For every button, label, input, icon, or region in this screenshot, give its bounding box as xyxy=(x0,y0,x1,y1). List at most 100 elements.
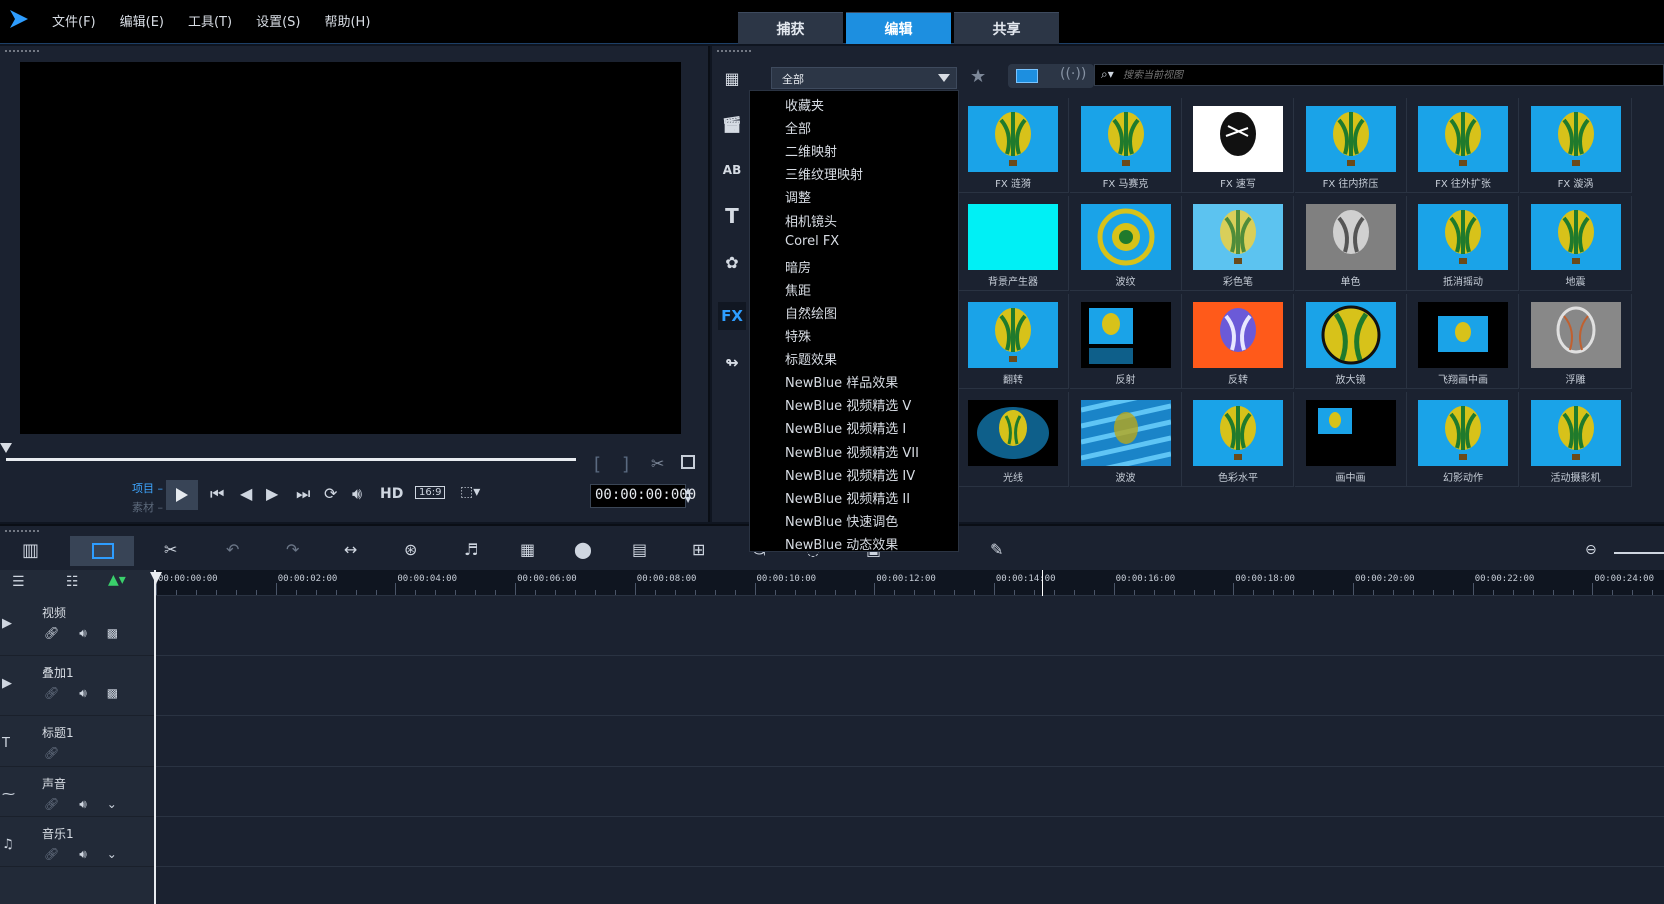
tracks-area[interactable] xyxy=(156,596,1664,904)
go-to-end-icon[interactable]: ⏭ xyxy=(296,484,310,504)
enlarge-preview-icon[interactable] xyxy=(681,455,695,469)
category-option[interactable]: NewBlue 视频精选 V xyxy=(785,395,911,414)
go-to-start-icon[interactable]: ⏮ xyxy=(210,484,224,504)
ripple-link-icon[interactable]: 🔗︎ xyxy=(44,746,59,760)
mark-in-icon[interactable]: [ xyxy=(594,454,601,475)
fx-tile[interactable]: FX 往外扩张 xyxy=(1407,98,1519,193)
fx-tile[interactable]: FX 往内挤压 xyxy=(1294,98,1407,193)
category-option[interactable]: 自然绘图 xyxy=(785,303,837,322)
ripple-link-icon[interactable]: 🔗︎ xyxy=(44,626,59,641)
clip-mode-label[interactable]: 素材 – xyxy=(132,499,163,515)
fx-tile[interactable]: 地震 xyxy=(1519,196,1632,291)
category-option[interactable]: 标题效果 xyxy=(785,349,837,368)
tab-edit[interactable]: 编辑 xyxy=(846,12,951,44)
fx-tile[interactable]: 抵消摇动 xyxy=(1407,196,1519,291)
track-visibility-icon[interactable]: ▩ xyxy=(107,626,118,641)
menu-settings[interactable]: 设置(S) xyxy=(256,11,300,30)
fx-tile[interactable]: FX 速写 xyxy=(1182,98,1294,193)
category-option[interactable]: 三维纹理映射 xyxy=(785,164,863,183)
fx-tile[interactable]: 色彩水平 xyxy=(1182,392,1294,487)
fx-tile[interactable]: 放大镜 xyxy=(1294,294,1407,389)
fx-tile[interactable]: 彩色笔 xyxy=(1182,196,1294,291)
category-option[interactable]: NewBlue 视频精选 I xyxy=(785,418,906,437)
fx-tile[interactable]: 光线 xyxy=(957,392,1069,487)
track-header[interactable]: ⁓ 声音 🔗︎ 🔊︎ ⌄ xyxy=(0,767,154,817)
track-lane[interactable] xyxy=(156,817,1664,867)
chapter-marker-icon[interactable]: ▲▾ xyxy=(108,572,126,588)
ripple-link-icon[interactable]: 🔗︎ xyxy=(44,797,59,812)
fx-tile[interactable]: 反射 xyxy=(1069,294,1182,389)
instant-project-icon[interactable]: 🎬︎ xyxy=(718,110,746,138)
show-video-icon[interactable] xyxy=(1016,69,1038,83)
fx-tile[interactable]: 飞翔画中画 xyxy=(1407,294,1519,389)
mute-icon[interactable]: 🔊︎ xyxy=(79,797,87,812)
graphics-icon[interactable]: ✿ xyxy=(718,248,746,276)
category-option[interactable]: NewBlue 动态效果 xyxy=(785,534,898,553)
redo-icon[interactable]: ↷ xyxy=(286,540,299,559)
track-header[interactable]: ▶︎ 叠加1 🔗︎ 🔊︎ ▩ xyxy=(0,656,154,716)
category-option[interactable]: 二维映射 xyxy=(785,141,837,160)
hd-preview-toggle[interactable]: HD xyxy=(380,486,403,502)
panel-grip[interactable] xyxy=(4,50,40,52)
multi-camera-icon[interactable]: ⊞ xyxy=(692,540,705,559)
menu-help[interactable]: 帮助(H) xyxy=(324,11,370,30)
mark-out-icon[interactable]: ] xyxy=(622,454,629,475)
category-option[interactable]: NewBlue 视频精选 VII xyxy=(785,442,919,461)
add-track-icon[interactable]: ☷ xyxy=(66,574,79,590)
expand-track-icon[interactable]: ⌄ xyxy=(107,797,117,812)
crop-icon[interactable]: ⬚▾ xyxy=(460,484,480,500)
category-option[interactable]: 焦距 xyxy=(785,280,811,299)
track-header[interactable]: ▶︎ 视频 🔗︎ 🔊︎ ▩ xyxy=(0,596,154,656)
search-input[interactable] xyxy=(1123,67,1643,83)
scissors-icon[interactable]: ✂ xyxy=(651,454,664,473)
track-lane[interactable] xyxy=(156,596,1664,656)
fx-tile[interactable]: 活动摄影机 xyxy=(1519,392,1632,487)
category-option[interactable]: Corel FX xyxy=(785,234,839,249)
fx-tile[interactable]: 波纹 xyxy=(1069,196,1182,291)
timeline-ruler[interactable]: 00:00:00:00 00:00:02:00 00:00:04:00 00:00:0… xyxy=(156,570,1664,596)
fx-tile[interactable]: 画中画 xyxy=(1294,392,1407,487)
category-option[interactable]: NewBlue 样品效果 xyxy=(785,372,898,391)
category-option[interactable]: 相机镜头 xyxy=(785,211,837,230)
track-header[interactable]: ♫ 音乐1 🔗︎ 🔊︎ ⌄ xyxy=(0,817,154,867)
batch-convert-icon[interactable]: ✎ xyxy=(990,540,1003,559)
category-option[interactable]: NewBlue 视频精选 IV xyxy=(785,465,915,484)
fx-tile[interactable]: 背景产生器 xyxy=(957,196,1069,291)
timecode-stepper-icon[interactable]: ▲ ▼ xyxy=(685,486,691,504)
menu-file[interactable]: 文件(F) xyxy=(52,11,96,30)
fx-tile[interactable]: 反转 xyxy=(1182,294,1294,389)
timecode-display[interactable]: 00:00:00:000 xyxy=(590,484,696,508)
subtitle-editor-icon[interactable]: ▤ xyxy=(632,540,647,559)
auto-music-icon[interactable]: ▦ xyxy=(520,540,535,559)
track-visibility-icon[interactable]: ▩ xyxy=(107,686,118,701)
menu-tools[interactable]: 工具(T) xyxy=(188,11,232,30)
expand-track-icon[interactable]: ⌄ xyxy=(107,847,117,862)
path-icon[interactable]: ↬ xyxy=(718,348,746,376)
title-icon[interactable]: T xyxy=(718,202,746,230)
fx-tile[interactable]: 浮雕 xyxy=(1519,294,1632,389)
sound-mixer-icon[interactable]: ♬ xyxy=(464,540,478,559)
tools-icon[interactable]: ✂ xyxy=(164,540,177,559)
repeat-icon[interactable]: ⟳ xyxy=(324,484,337,503)
track-header[interactable]: T 标题1 🔗︎ xyxy=(0,716,154,767)
fx-tile[interactable]: 单色 xyxy=(1294,196,1407,291)
zoom-out-icon[interactable]: ⊖ xyxy=(1585,542,1597,558)
timeline-view-button[interactable] xyxy=(70,536,134,566)
mute-icon[interactable]: 🔊︎ xyxy=(79,847,87,862)
project-mode-label[interactable]: 项目 – xyxy=(132,480,163,496)
track-manager-icon[interactable]: ☰ xyxy=(12,574,25,590)
motion-tracking-icon[interactable]: ⬤ xyxy=(574,540,592,559)
record-capture-icon[interactable]: ⊛ xyxy=(404,540,417,559)
category-option[interactable]: 收藏夹 xyxy=(785,95,824,114)
fx-icon[interactable]: FX xyxy=(718,302,746,330)
show-audio-icon[interactable]: ((·)) xyxy=(1060,66,1086,82)
category-option[interactable]: 调整 xyxy=(785,187,811,206)
scrub-bar[interactable] xyxy=(6,458,576,461)
ripple-link-icon[interactable]: 🔗︎ xyxy=(44,847,59,862)
category-option[interactable]: 特殊 xyxy=(785,326,811,345)
play-button[interactable] xyxy=(166,480,198,510)
fx-tile[interactable]: 波波 xyxy=(1069,392,1182,487)
mute-icon[interactable]: 🔊︎ xyxy=(79,686,87,701)
ripple-link-icon[interactable]: 🔗︎ xyxy=(44,686,59,701)
panel-grip[interactable] xyxy=(716,50,752,52)
